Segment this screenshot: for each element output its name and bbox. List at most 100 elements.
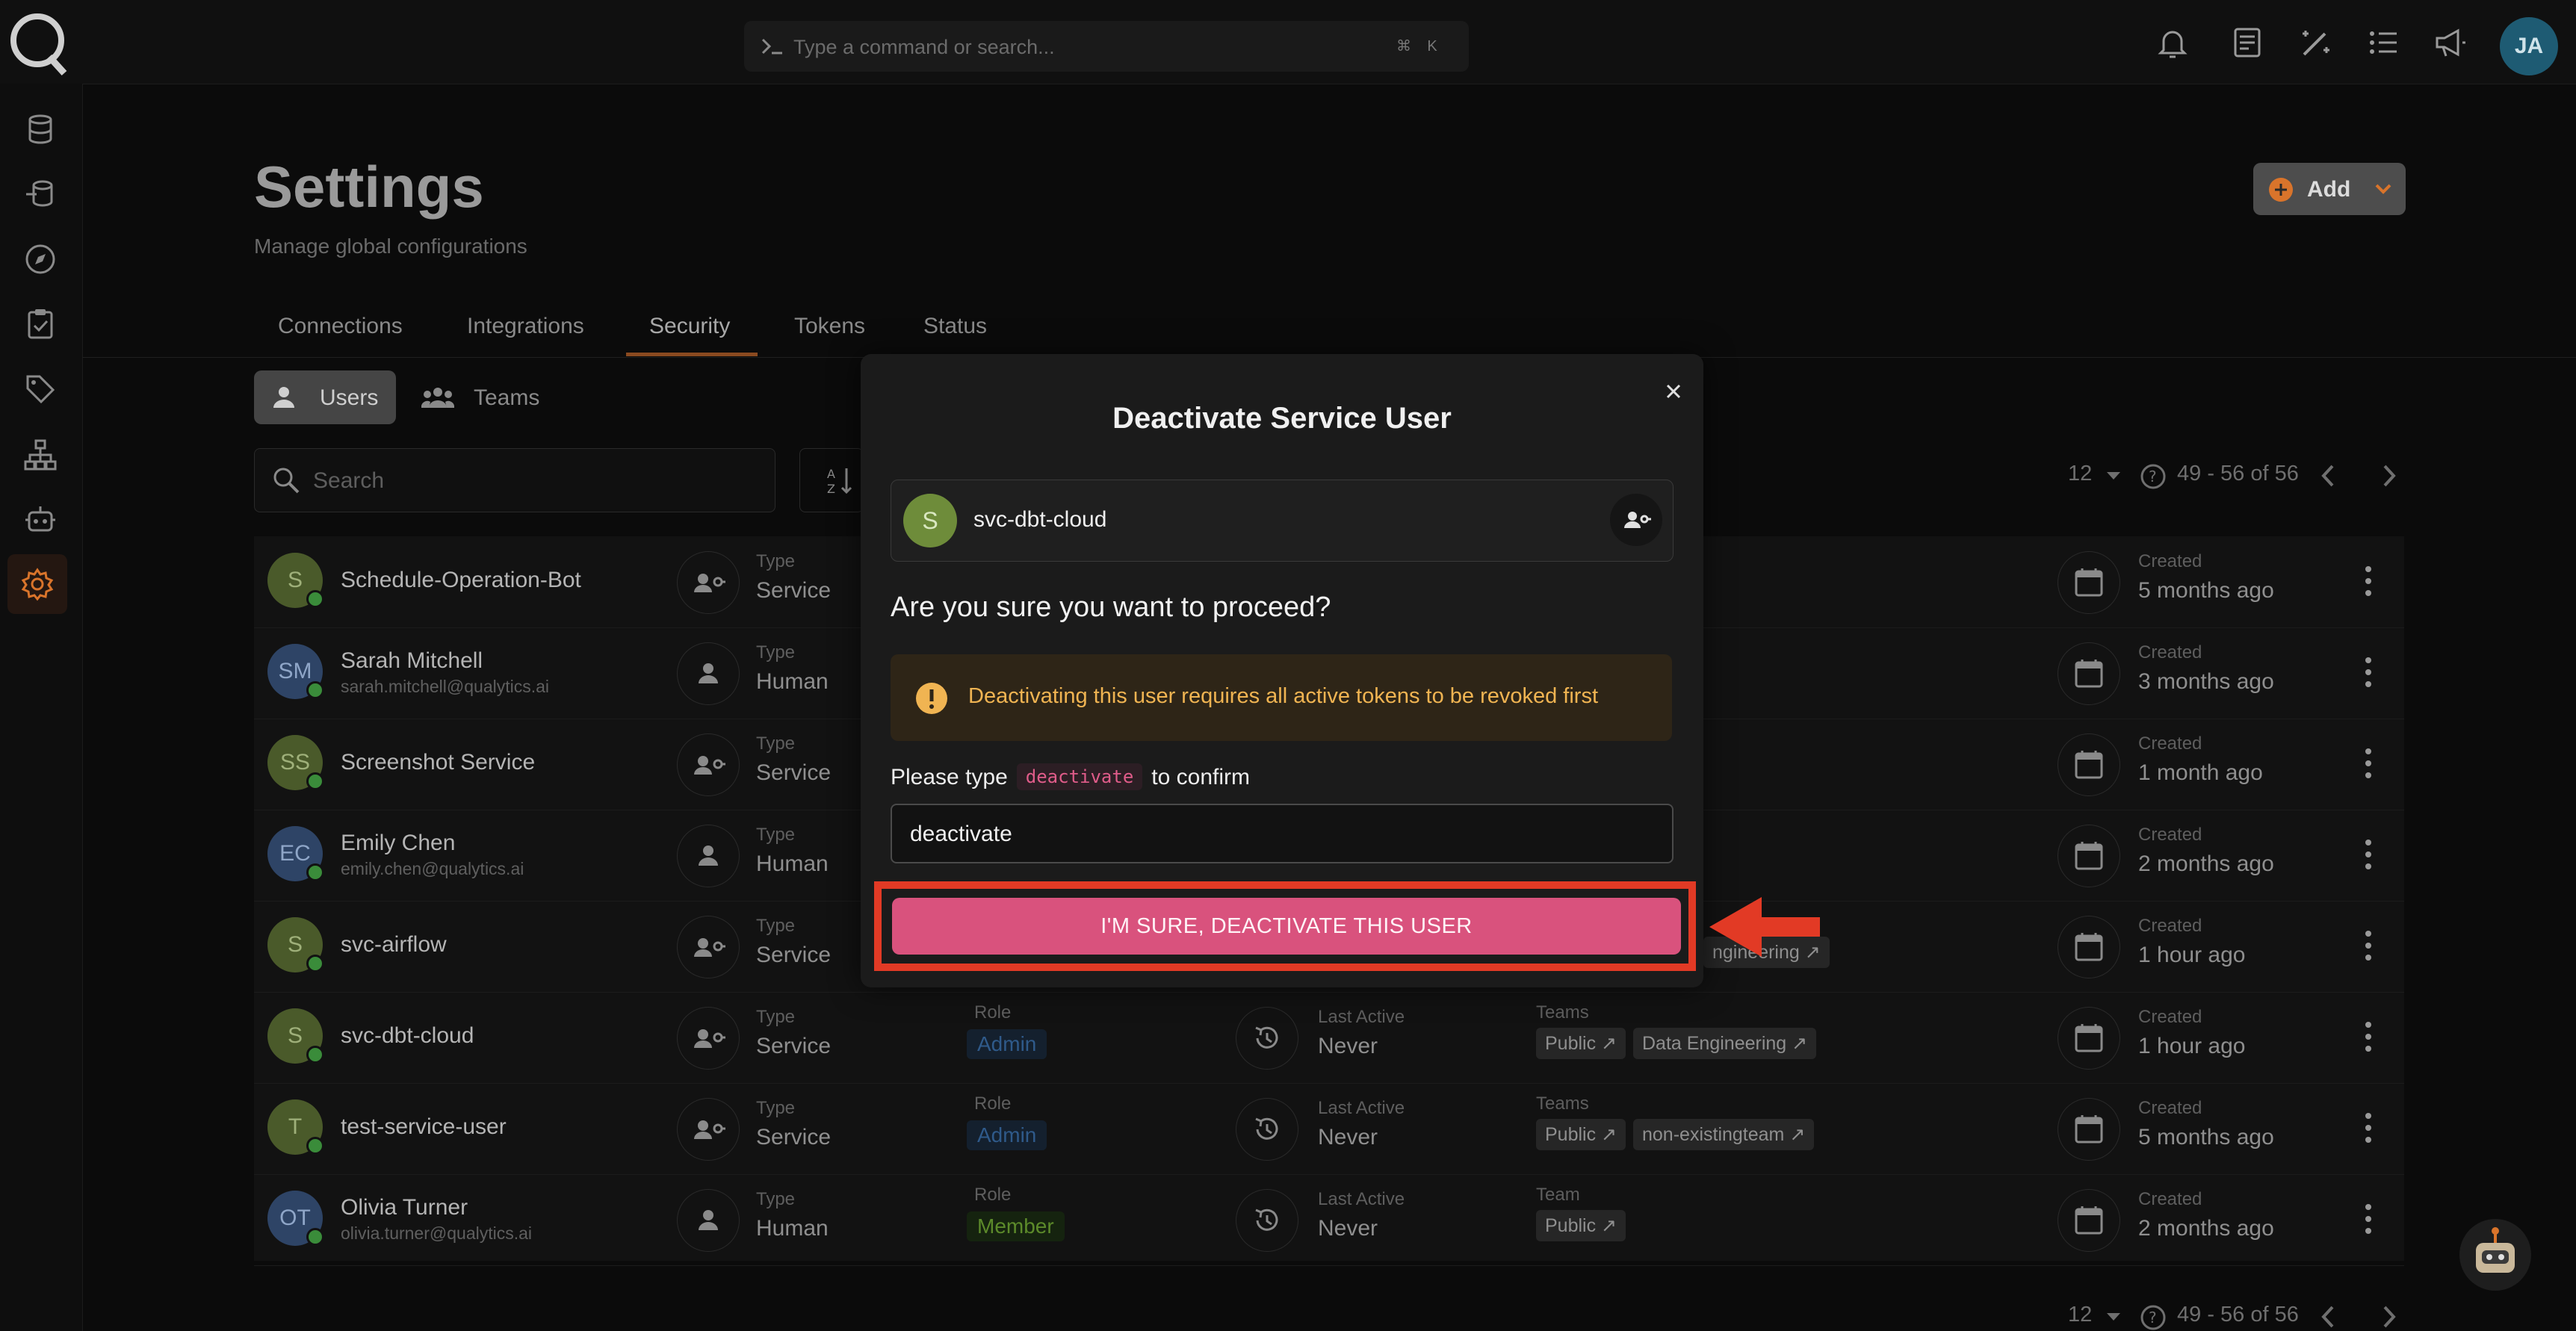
confirm-deactivate-button[interactable]: I'M SURE, DEACTIVATE THIS USER — [892, 898, 1681, 955]
type-label: Type — [756, 1007, 796, 1027]
type-value: Human — [756, 669, 829, 694]
assistant-bot-icon[interactable] — [2459, 1219, 2531, 1291]
table-row[interactable]: S svc-dbt-cloud Type Service Role Admin … — [254, 992, 2404, 1084]
subtab-users[interactable]: Users — [254, 370, 396, 424]
page-size-value: 12 — [2068, 462, 2093, 485]
page-size-select[interactable]: 12 — [2068, 462, 2092, 486]
list-icon[interactable] — [2365, 25, 2401, 60]
role-badge: Admin — [967, 1120, 1047, 1150]
user-name[interactable]: Sarah Mitchell — [341, 648, 483, 674]
magic-wand-icon[interactable] — [2298, 25, 2334, 60]
user-icon — [270, 384, 297, 411]
help-icon[interactable]: ? — [2140, 1304, 2167, 1331]
more-options-icon[interactable] — [2353, 1105, 2383, 1150]
compass-icon[interactable] — [23, 242, 58, 276]
team-chip[interactable]: Public ↗ — [1536, 1028, 1626, 1059]
type-label: Type — [756, 916, 796, 936]
user-name[interactable]: Schedule-Operation-Bot — [341, 568, 581, 593]
shortcut-key: K — [1427, 38, 1437, 55]
created-value: 5 months ago — [2138, 1125, 2274, 1150]
more-options-icon[interactable] — [2353, 741, 2383, 786]
tab-security[interactable]: Security — [649, 314, 730, 339]
user-avatar[interactable]: JA — [2500, 17, 2558, 75]
database-icon[interactable] — [23, 112, 58, 146]
tag-icon[interactable] — [23, 372, 58, 406]
robot-icon[interactable] — [23, 502, 58, 536]
avatar: S — [267, 1008, 324, 1064]
user-name[interactable]: Screenshot Service — [341, 750, 535, 775]
last-active-label: Last Active — [1318, 1189, 1405, 1209]
confirm-code: deactivate — [1016, 763, 1143, 790]
type-label: Type — [756, 825, 796, 845]
user-name[interactable]: Olivia Turner — [341, 1195, 468, 1220]
pointer-arrow-icon — [1709, 893, 1821, 961]
confirm-input[interactable] — [908, 805, 1651, 863]
datastore-flow-icon[interactable] — [23, 176, 58, 211]
team-chip[interactable]: Data Engineering ↗ — [1633, 1028, 1817, 1059]
next-page-icon[interactable] — [2379, 1304, 2398, 1330]
tab-integrations[interactable]: Integrations — [467, 314, 584, 339]
user-name[interactable]: test-service-user — [341, 1114, 507, 1140]
created-label: Created — [2138, 551, 2202, 571]
team-chip[interactable]: Public ↗ — [1536, 1119, 1626, 1150]
calendar-icon — [2058, 916, 2120, 978]
table-row[interactable]: OT Olivia Turner olivia.turner@qualytics… — [254, 1174, 2404, 1266]
tab-connections[interactable]: Connections — [278, 314, 403, 339]
last-active-label: Last Active — [1318, 1007, 1405, 1027]
bell-icon[interactable] — [2155, 25, 2190, 60]
sidebar-active-settings[interactable] — [7, 554, 67, 614]
page-size-select-bottom[interactable]: 12 — [2068, 1303, 2092, 1327]
page-size-dropdown-icon[interactable] — [2105, 471, 2122, 481]
subtab-users-label: Users — [320, 385, 379, 410]
created-label: Created — [2138, 1098, 2202, 1118]
document-icon[interactable] — [2229, 25, 2265, 60]
user-name[interactable]: svc-airflow — [341, 932, 447, 958]
prev-page-icon[interactable] — [2319, 463, 2338, 488]
table-row[interactable]: T test-service-user Type Service Role Ad… — [254, 1083, 2404, 1175]
created-label: Created — [2138, 733, 2202, 754]
more-options-icon[interactable] — [2353, 559, 2383, 604]
more-options-icon[interactable] — [2353, 923, 2383, 968]
help-icon[interactable]: ? — [2140, 463, 2167, 490]
add-button-label: Add — [2307, 177, 2351, 202]
human-type-icon — [677, 1189, 740, 1252]
teams-label: Team — [1536, 1185, 1580, 1205]
megaphone-icon[interactable] — [2433, 25, 2468, 60]
gear-icon — [20, 567, 55, 601]
confirmation-question: Are you sure you want to proceed? — [891, 592, 1331, 623]
calendar-icon — [2058, 1007, 2120, 1070]
more-options-icon[interactable] — [2353, 1197, 2383, 1241]
prev-page-icon[interactable] — [2319, 1304, 2338, 1330]
checklist-icon[interactable] — [23, 306, 58, 341]
user-email: emily.chen@qualytics.ai — [341, 859, 524, 878]
tab-tokens[interactable]: Tokens — [794, 314, 865, 339]
search-input[interactable]: Search — [254, 448, 775, 512]
app-logo[interactable] — [7, 7, 72, 76]
type-label: Type — [756, 1189, 796, 1209]
human-type-icon — [677, 825, 740, 887]
hierarchy-icon[interactable] — [23, 438, 58, 472]
more-options-icon[interactable] — [2353, 832, 2383, 877]
user-name[interactable]: Emily Chen — [341, 831, 455, 856]
user-name[interactable]: svc-dbt-cloud — [341, 1023, 474, 1049]
type-label: Type — [756, 551, 796, 571]
subtab-teams[interactable]: Teams — [415, 370, 557, 424]
calendar-icon — [2058, 825, 2120, 887]
next-page-icon[interactable] — [2379, 463, 2398, 488]
calendar-icon — [2058, 642, 2120, 705]
team-chip[interactable]: non-existingteam ↗ — [1633, 1119, 1815, 1150]
team-chip[interactable]: Public ↗ — [1536, 1210, 1626, 1241]
more-options-icon[interactable] — [2353, 650, 2383, 695]
page-size-dropdown-icon[interactable] — [2105, 1312, 2122, 1322]
add-button[interactable]: Add — [2253, 163, 2406, 215]
page-subtitle: Manage global configurations — [254, 235, 527, 258]
tab-status[interactable]: Status — [923, 314, 987, 339]
command-placeholder: Type a command or search... — [793, 36, 1055, 58]
user-email: sarah.mitchell@qualytics.ai — [341, 677, 550, 696]
sort-button[interactable]: AZ — [799, 448, 864, 512]
close-icon[interactable] — [1651, 369, 1696, 414]
role-label: Role — [974, 1093, 1012, 1114]
more-options-icon[interactable] — [2353, 1014, 2383, 1059]
command-bar[interactable]: Type a command or search... ⌘ K — [744, 21, 1469, 72]
confirm-input-field[interactable] — [891, 804, 1674, 863]
